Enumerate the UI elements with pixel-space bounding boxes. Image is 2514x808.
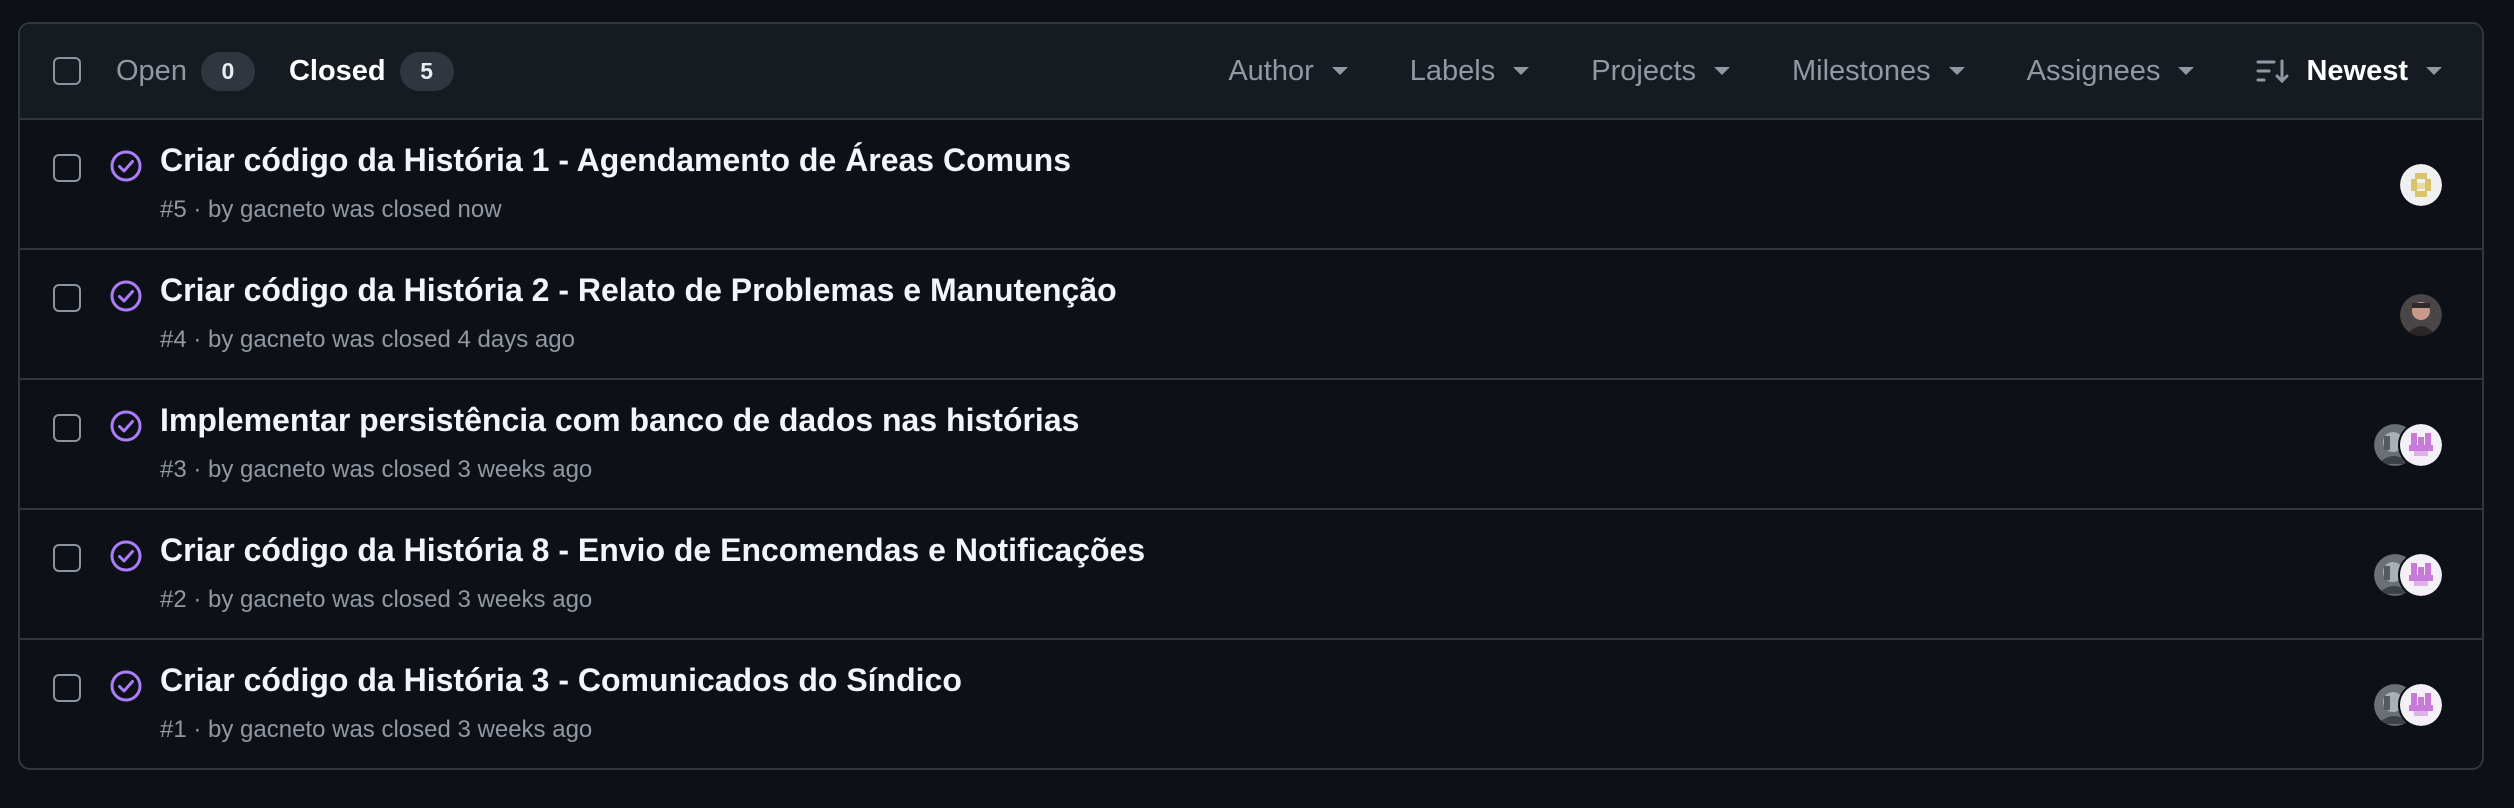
- chevron-down-icon: [1331, 67, 1348, 75]
- chevron-down-icon: [1948, 67, 1965, 75]
- projects-filter[interactable]: Projects: [1591, 54, 1731, 88]
- sort-label: Newest: [2306, 54, 2408, 87]
- assignee-avatars: [2372, 552, 2444, 598]
- sort-dropdown[interactable]: Newest: [2256, 55, 2442, 88]
- labels-filter-label: Labels: [1409, 54, 1496, 87]
- chevron-down-icon: [2426, 67, 2442, 75]
- closed-issue-icon: [108, 148, 144, 189]
- author-filter-label: Author: [1228, 54, 1314, 87]
- issue-title-link[interactable]: Criar código da História 2 - Relato de P…: [160, 272, 1117, 309]
- issue-checkbox[interactable]: [53, 674, 81, 702]
- open-tab[interactable]: Open 0: [116, 51, 255, 91]
- assignee-avatars: [2398, 162, 2444, 208]
- issues-header: Open 0 Closed 5 Author Labels Projects M…: [20, 24, 2482, 120]
- milestones-filter[interactable]: Milestones: [1792, 55, 1965, 88]
- issue-row[interactable]: Criar código da História 8 - Envio de En…: [20, 510, 2482, 640]
- issue-checkbox[interactable]: [53, 154, 81, 182]
- issue-checkbox[interactable]: [53, 414, 81, 442]
- closed-count-badge: 5: [399, 51, 454, 91]
- issue-title-link[interactable]: Implementar persistência com banco de da…: [160, 402, 1079, 439]
- avatar-photo[interactable]: [2398, 292, 2444, 338]
- avatar-purple-identicon[interactable]: [2398, 682, 2444, 728]
- sort-desc-icon: [2256, 58, 2290, 84]
- issue-title-link[interactable]: Criar código da História 8 - Envio de En…: [160, 532, 1145, 569]
- assignee-avatars: [2398, 292, 2444, 338]
- select-all-checkbox[interactable]: [53, 57, 81, 85]
- chevron-down-icon: [2178, 67, 2195, 75]
- issue-checkbox[interactable]: [53, 284, 81, 312]
- filter-bar: Author Labels Projects Milestones Assign…: [1166, 24, 2442, 118]
- issues-list: Open 0 Closed 5 Author Labels Projects M…: [18, 22, 2484, 770]
- avatar-purple-identicon[interactable]: [2398, 422, 2444, 468]
- issue-meta: #1 · by gacneto was closed 3 weeks ago: [160, 716, 593, 743]
- issue-row[interactable]: Implementar persistência com banco de da…: [20, 380, 2482, 510]
- assignee-avatars: [2372, 682, 2444, 728]
- issue-row[interactable]: Criar código da História 2 - Relato de P…: [20, 250, 2482, 380]
- assignees-filter[interactable]: Assignees: [2027, 55, 2195, 88]
- closed-tab-label: Closed: [288, 54, 386, 87]
- issue-row[interactable]: Criar código da História 1 - Agendamento…: [20, 120, 2482, 250]
- avatar-purple-identicon[interactable]: [2398, 552, 2444, 598]
- projects-filter-label: Projects: [1591, 54, 1697, 87]
- chevron-down-icon: [1513, 67, 1530, 75]
- closed-issue-icon: [108, 538, 144, 579]
- assignee-avatars: [2372, 422, 2444, 468]
- closed-issue-icon: [108, 668, 144, 709]
- issue-checkbox[interactable]: [53, 544, 81, 572]
- assignees-filter-label: Assignees: [2026, 54, 2161, 87]
- closed-issue-icon: [108, 278, 144, 319]
- issue-meta: #3 · by gacneto was closed 3 weeks ago: [160, 456, 593, 483]
- issue-meta: #5 · by gacneto was closed now: [160, 196, 502, 223]
- milestones-filter-label: Milestones: [1792, 54, 1931, 87]
- state-tabs: Open 0 Closed 5: [116, 24, 488, 118]
- labels-filter[interactable]: Labels: [1409, 54, 1530, 88]
- chevron-down-icon: [1714, 67, 1731, 75]
- issue-title-link[interactable]: Criar código da História 3 - Comunicados…: [160, 662, 962, 699]
- closed-tab[interactable]: Closed 5: [288, 51, 454, 91]
- issue-title-link[interactable]: Criar código da História 1 - Agendamento…: [160, 142, 1071, 179]
- open-count-badge: 0: [200, 51, 255, 91]
- author-filter[interactable]: Author: [1228, 54, 1348, 88]
- closed-issue-icon: [108, 408, 144, 449]
- issue-meta: #2 · by gacneto was closed 3 weeks ago: [160, 586, 593, 613]
- avatar-yellow-identicon[interactable]: [2398, 162, 2444, 208]
- issue-row[interactable]: Criar código da História 3 - Comunicados…: [20, 640, 2482, 768]
- open-tab-label: Open: [116, 54, 187, 87]
- issue-meta: #4 · by gacneto was closed 4 days ago: [160, 326, 575, 353]
